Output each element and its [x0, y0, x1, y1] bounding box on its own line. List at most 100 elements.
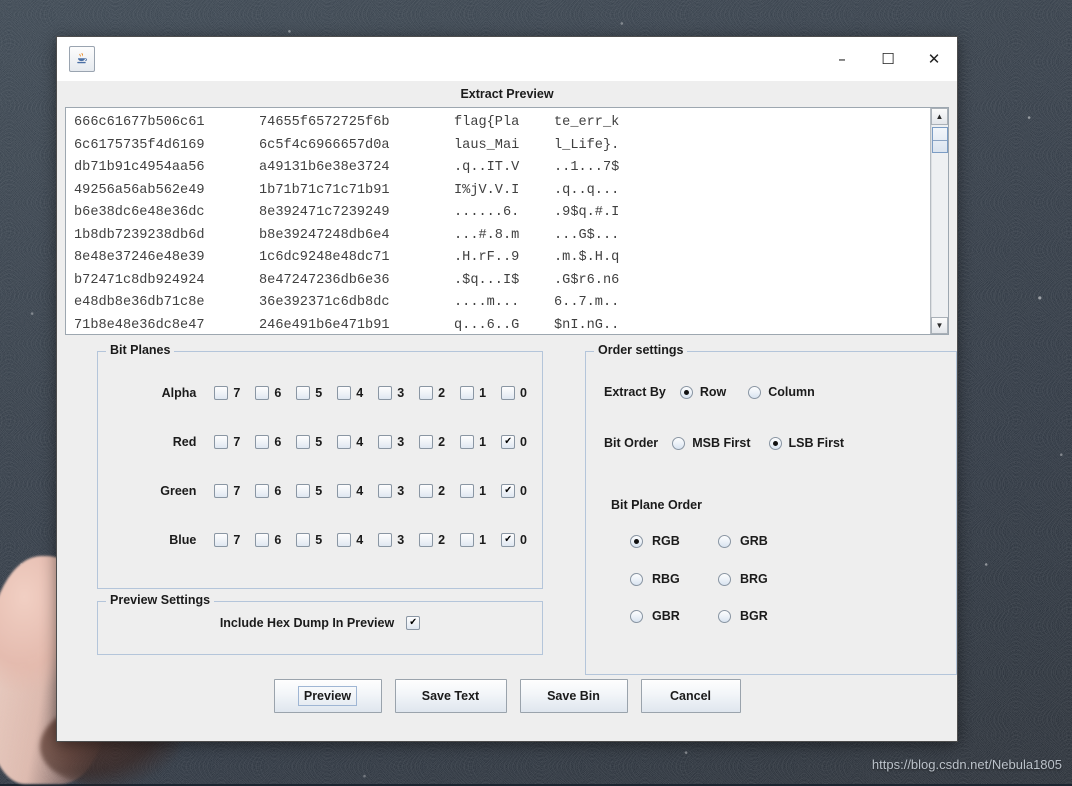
checkbox-box[interactable] [255, 435, 270, 449]
bit-checkbox-alpha-0[interactable]: 0 [501, 386, 527, 400]
checkbox-box[interactable] [214, 484, 229, 498]
radio-msb-first[interactable]: MSB First [672, 436, 751, 450]
bit-checkbox-green-2[interactable]: 2 [419, 484, 445, 498]
bit-checkbox-green-5[interactable]: 5 [296, 484, 322, 498]
bit-checkbox-blue-2[interactable]: 2 [419, 533, 445, 547]
radio-bit-plane-order-bgr[interactable]: BGR [718, 609, 768, 623]
include-hex-dump-checkbox[interactable] [406, 616, 421, 630]
radio-dot[interactable] [630, 534, 643, 548]
bit-checkbox-alpha-6[interactable]: 6 [255, 386, 281, 400]
checkbox-box[interactable] [296, 386, 311, 400]
radio-extract-column[interactable]: Column [748, 385, 815, 399]
checkbox-box[interactable] [214, 435, 229, 449]
radio-bit-plane-order-rgb[interactable]: RGB [630, 534, 680, 548]
radio-msb-first-dot[interactable] [672, 436, 686, 450]
checkbox-box[interactable] [419, 386, 434, 400]
hex-dump-text[interactable]: 666c61677b506c61 74655f6572725f6b flag{Pla… [66, 108, 930, 334]
bit-checkbox-green-3[interactable]: 3 [378, 484, 404, 498]
bit-checkbox-blue-7[interactable]: 7 [214, 533, 240, 547]
bit-checkbox-red-3[interactable]: 3 [378, 435, 404, 449]
checkbox-box[interactable] [296, 533, 311, 547]
radio-bit-plane-order-grb[interactable]: GRB [718, 534, 768, 548]
checkbox-box[interactable] [337, 386, 352, 400]
radio-bit-plane-order-brg[interactable]: BRG [718, 572, 768, 586]
close-button[interactable]: ✕ [911, 37, 957, 81]
checkbox-box[interactable] [378, 435, 393, 449]
checkbox-box[interactable] [296, 484, 311, 498]
radio-dot[interactable] [630, 572, 643, 586]
save-bin-button[interactable]: Save Bin [519, 679, 628, 713]
radio-dot[interactable] [718, 534, 731, 548]
radio-extract-row[interactable]: Row [679, 385, 726, 399]
bit-checkbox-alpha-5[interactable]: 5 [296, 386, 322, 400]
radio-dot[interactable] [718, 572, 731, 586]
checkbox-box[interactable] [337, 533, 352, 547]
bit-checkbox-green-4[interactable]: 4 [337, 484, 363, 498]
bit-checkbox-alpha-4[interactable]: 4 [337, 386, 363, 400]
scroll-up-arrow[interactable]: ▲ [931, 108, 948, 125]
checkbox-box[interactable] [419, 435, 434, 449]
bit-checkbox-blue-6[interactable]: 6 [255, 533, 281, 547]
cancel-button[interactable]: Cancel [640, 679, 741, 713]
radio-bit-plane-order-gbr[interactable]: GBR [630, 609, 680, 623]
checkbox-box[interactable] [255, 484, 270, 498]
bit-checkbox-alpha-1[interactable]: 1 [460, 386, 486, 400]
bit-checkbox-blue-4[interactable]: 4 [337, 533, 363, 547]
bit-checkbox-blue-1[interactable]: 1 [460, 533, 486, 547]
save-text-button[interactable]: Save Text [394, 679, 507, 713]
checkbox-box[interactable] [255, 386, 270, 400]
maximize-button[interactable]: ☐ [865, 37, 911, 81]
checkbox-box[interactable] [460, 435, 475, 449]
bit-checkbox-green-7[interactable]: 7 [214, 484, 240, 498]
bit-checkbox-alpha-3[interactable]: 3 [378, 386, 404, 400]
radio-lsb-first[interactable]: LSB First [768, 436, 844, 450]
checkbox-box[interactable] [501, 435, 516, 449]
bit-checkbox-alpha-7[interactable]: 7 [214, 386, 240, 400]
checkbox-box[interactable] [378, 533, 393, 547]
checkbox-box[interactable] [337, 435, 352, 449]
bit-checkbox-green-0[interactable]: 0 [501, 484, 527, 498]
bit-checkbox-red-2[interactable]: 2 [419, 435, 445, 449]
bit-checkbox-blue-5[interactable]: 5 [296, 533, 322, 547]
bit-checkbox-alpha-2[interactable]: 2 [419, 386, 445, 400]
checkbox-box[interactable] [419, 533, 434, 547]
checkbox-box[interactable] [460, 533, 475, 547]
preview-scrollbar[interactable]: ▲ ▼ [930, 108, 948, 334]
checkbox-box[interactable] [255, 533, 270, 547]
checkbox-box[interactable] [378, 386, 393, 400]
checkbox-box[interactable] [214, 533, 229, 547]
bit-checkbox-blue-0[interactable]: 0 [501, 533, 527, 547]
radio-dot[interactable] [718, 609, 731, 623]
checkbox-box[interactable] [501, 484, 516, 498]
scroll-down-arrow[interactable]: ▼ [931, 317, 948, 334]
radio-bit-plane-order-rbg[interactable]: RBG [630, 572, 680, 586]
bit-checkbox-blue-3[interactable]: 3 [378, 533, 404, 547]
bit-checkbox-red-6[interactable]: 6 [255, 435, 281, 449]
checkbox-box[interactable] [460, 484, 475, 498]
checkbox-box[interactable] [501, 386, 516, 400]
radio-lsb-first-dot[interactable] [768, 436, 782, 450]
scrollbar-thumb[interactable] [932, 127, 948, 153]
bit-checkbox-green-1[interactable]: 1 [460, 484, 486, 498]
checkbox-box[interactable] [419, 484, 434, 498]
bit-checkbox-red-7[interactable]: 7 [214, 435, 240, 449]
minimize-button[interactable]: – [819, 37, 865, 81]
checkbox-box[interactable] [501, 533, 516, 547]
bit-checkbox-red-0[interactable]: 0 [501, 435, 527, 449]
bit-checkbox-red-4[interactable]: 4 [337, 435, 363, 449]
bit-checkbox-red-1[interactable]: 1 [460, 435, 486, 449]
radio-dot[interactable] [630, 609, 643, 623]
preview-button[interactable]: Preview [273, 679, 382, 713]
bit-checkbox-green-6[interactable]: 6 [255, 484, 281, 498]
checkbox-box[interactable] [296, 435, 311, 449]
scrollbar-track[interactable] [931, 125, 948, 317]
hex-preview-panel: 666c61677b506c61 74655f6572725f6b flag{Pla… [65, 107, 949, 335]
bit-checkbox-red-5[interactable]: 5 [296, 435, 322, 449]
checkbox-box[interactable] [337, 484, 352, 498]
checkbox-box[interactable] [460, 386, 475, 400]
checkbox-box[interactable] [214, 386, 229, 400]
radio-extract-column-dot[interactable] [748, 385, 762, 399]
radio-extract-row-dot[interactable] [679, 385, 693, 399]
checkbox-box[interactable] [378, 484, 393, 498]
bit-number-label: 7 [233, 386, 241, 400]
